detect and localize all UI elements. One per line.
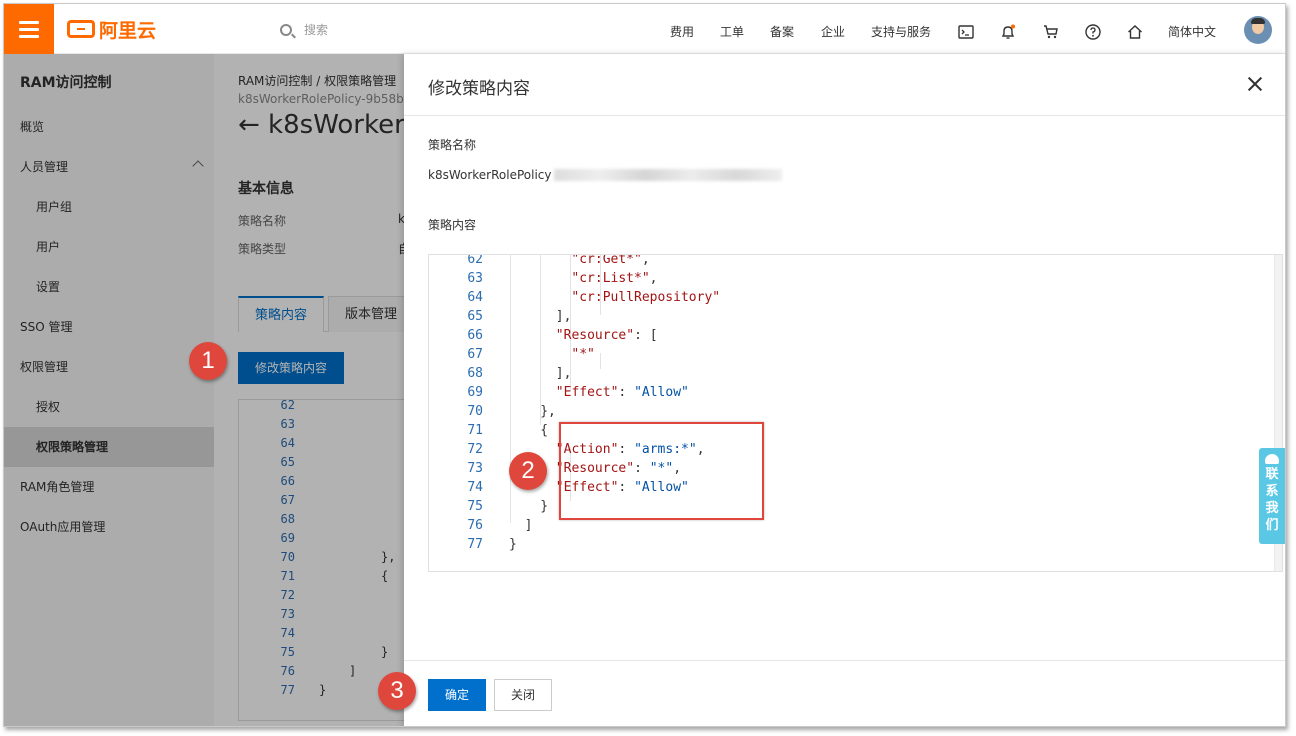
line-number: 73: [467, 461, 483, 476]
line-number: 76: [467, 518, 483, 533]
code-line[interactable]: }: [509, 537, 517, 552]
nav-support[interactable]: 支持与服务: [871, 23, 931, 40]
line-number: 71: [467, 423, 483, 438]
code-line[interactable]: },: [540, 404, 556, 419]
line-number: 64: [467, 290, 483, 305]
code-line[interactable]: }: [540, 499, 548, 514]
modal-overlay[interactable]: [4, 54, 404, 726]
code-line[interactable]: ],: [556, 309, 572, 324]
help-icon[interactable]: [1085, 24, 1101, 40]
indent-guide: [600, 353, 601, 369]
policy-name-label: 策略名称: [428, 138, 477, 152]
code-line[interactable]: "cr:PullRepository": [571, 290, 720, 305]
contact-us-label: 联系我们: [1265, 467, 1279, 533]
line-number: 68: [467, 366, 483, 381]
language-switch[interactable]: 简体中文: [1168, 23, 1216, 40]
app-window: 阿里云 搜索 费用 工单 备案 企业 支持与服务 简体中文 RAM访问控制 概览…: [3, 3, 1286, 727]
menu-button[interactable]: [4, 4, 54, 54]
line-number: 74: [467, 480, 483, 495]
confirm-button[interactable]: 确定: [428, 679, 486, 711]
close-button[interactable]: 关闭: [494, 679, 552, 711]
search-placeholder: 搜索: [304, 23, 329, 37]
search-icon: [280, 23, 292, 36]
code-line[interactable]: "Resource": [: [556, 328, 658, 343]
line-number: 72: [467, 442, 483, 457]
code-line[interactable]: "cr:Get*",: [571, 255, 649, 267]
edit-policy-drawer: 修改策略内容 策略名称 k8sWorkerRolePolicy 策略内容 62 "…: [404, 54, 1285, 726]
highlight-box: [559, 422, 764, 520]
indent-guide: [510, 255, 511, 523]
step-badge-3: 3: [378, 672, 416, 710]
code-line[interactable]: ],: [556, 366, 572, 381]
code-line[interactable]: "Effect": "Allow": [556, 385, 689, 400]
indent-guide: [540, 255, 541, 425]
logo-icon: [67, 20, 95, 38]
home-icon[interactable]: [1127, 24, 1143, 40]
nav-filing[interactable]: 备案: [770, 23, 794, 40]
code-line[interactable]: {: [540, 423, 548, 438]
redacted-text: [553, 169, 782, 181]
code-line[interactable]: "*": [571, 347, 594, 362]
cart-icon[interactable]: [1043, 24, 1059, 40]
policy-code-editor[interactable]: 62 "cr:Get*", 63 "cr:List*", 64 "cr:PullRepos…: [428, 254, 1283, 572]
bell-icon[interactable]: [1000, 24, 1016, 40]
drawer-footer: 确定 关闭: [404, 660, 1285, 726]
headset-icon: [1265, 454, 1279, 464]
step-badge-1: 1: [189, 342, 227, 380]
line-number: 75: [467, 499, 483, 514]
nav-tickets[interactable]: 工单: [720, 23, 744, 40]
line-number: 77: [467, 537, 483, 552]
line-number: 70: [467, 404, 483, 419]
step-badge-2: 2: [509, 452, 547, 490]
aliyun-logo[interactable]: 阿里云: [67, 17, 157, 42]
drawer-title: 修改策略内容: [428, 79, 530, 99]
logo-text: 阿里云: [99, 19, 157, 42]
terminal-icon[interactable]: [958, 24, 974, 40]
drawer-header: 修改策略内容: [404, 54, 1285, 116]
line-number: 67: [467, 347, 483, 362]
line-number: 66: [467, 328, 483, 343]
code-line[interactable]: ]: [525, 518, 533, 533]
close-icon[interactable]: [1247, 76, 1263, 92]
nav-enterprise[interactable]: 企业: [821, 23, 845, 40]
line-number: 63: [467, 271, 483, 286]
line-number: 62: [467, 254, 483, 267]
contact-us-tab[interactable]: 联系我们: [1259, 448, 1285, 544]
line-number: 65: [467, 309, 483, 324]
top-bar: 阿里云 搜索 费用 工单 备案 企业 支持与服务 简体中文: [4, 4, 1285, 54]
nav-fees[interactable]: 费用: [670, 23, 694, 40]
policy-content-label: 策略内容: [428, 218, 477, 232]
policy-name-text: k8sWorkerRolePolicy: [428, 168, 552, 182]
search-box[interactable]: 搜索: [280, 21, 328, 38]
policy-name-value: k8sWorkerRolePolicy: [428, 168, 782, 182]
line-number: 69: [467, 385, 483, 400]
code-line[interactable]: "cr:List*",: [571, 271, 657, 286]
user-avatar[interactable]: [1244, 16, 1272, 44]
